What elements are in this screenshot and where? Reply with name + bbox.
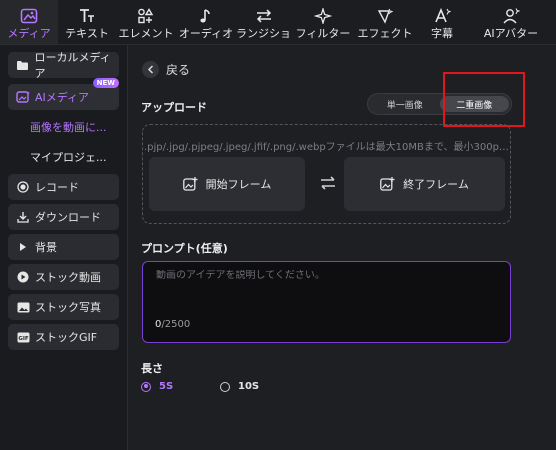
sidebar-item-label: AIメディア <box>35 91 89 104</box>
caret-right-icon <box>16 240 30 254</box>
upload-title: アップロード <box>141 101 207 114</box>
text-icon <box>76 6 98 26</box>
sidebar-subitem-my-project[interactable]: マイプロジェ... <box>8 144 119 170</box>
sidebar-item-record[interactable]: レコード <box>8 174 119 200</box>
mode-single-image[interactable]: 単一画像 <box>370 96 440 112</box>
length-title: 長さ <box>141 362 163 375</box>
sidebar-item-ai-media[interactable]: AIメディア NEW <box>8 78 119 110</box>
avatar-icon <box>500 6 522 26</box>
subtitle-icon <box>431 6 453 26</box>
tab-effect[interactable]: エフェクト <box>354 0 416 44</box>
tab-text[interactable]: テキスト <box>58 0 116 44</box>
folder-icon <box>16 58 30 72</box>
audio-icon <box>195 6 217 26</box>
effect-icon <box>374 6 396 26</box>
tab-media[interactable]: メディア <box>0 0 58 44</box>
radio-unselected-icon[interactable] <box>220 381 230 392</box>
new-badge: NEW <box>92 78 119 88</box>
svg-text:GIF: GIF <box>18 336 29 342</box>
tab-filter[interactable]: フィルター <box>292 0 354 44</box>
sidebar-item-label: ダウンロード <box>35 211 101 224</box>
end-frame-button[interactable]: 終了フレーム <box>344 157 505 211</box>
transition-icon <box>253 6 275 26</box>
sidebar-item-local-media[interactable]: ローカルメディア <box>8 51 119 80</box>
filter-icon <box>312 6 334 26</box>
end-frame-label: 終了フレーム <box>403 178 469 191</box>
sidebar-item-stock-photo[interactable]: ストック写真 <box>8 294 119 320</box>
start-frame-button[interactable]: 開始フレーム <box>149 157 305 211</box>
main-panel: 戻る アップロード 単一画像 二重画像 .pjp/.jpg/.pjpeg/.jp… <box>128 45 556 450</box>
length-option-10s[interactable]: 10S <box>220 381 259 392</box>
tab-text-label: テキスト <box>65 27 109 40</box>
image-icon <box>16 300 30 314</box>
add-image-icon <box>182 177 198 191</box>
gif-icon: GIF <box>16 330 30 344</box>
elements-icon <box>135 6 157 26</box>
upload-hint: .pjp/.jpg/.pjpeg/.jpeg/.jfif/.png/.webpフ… <box>144 142 511 153</box>
tab-effect-label: エフェクト <box>357 27 413 40</box>
tab-transition[interactable]: トランジション <box>236 0 292 44</box>
tab-ai-avatar-label: AIアバター <box>483 27 539 40</box>
sidebar-item-background[interactable]: 背景 <box>8 234 119 260</box>
sidebar-subitem-image-to-video[interactable]: 画像を動画に... <box>8 114 119 140</box>
radio-selected-icon[interactable] <box>141 381 151 392</box>
record-icon <box>16 180 30 194</box>
sidebar: ローカルメディア AIメディア NEW 画像を動画に... マイプロジェ... … <box>0 45 128 450</box>
prompt-max: /2500 <box>161 319 191 330</box>
tab-subtitle[interactable]: 字幕 <box>416 0 468 44</box>
media-icon <box>18 6 40 26</box>
length-5s-label: 5S <box>159 381 174 392</box>
tab-elements[interactable]: エレメント <box>116 0 176 44</box>
back-link[interactable]: 戻る <box>142 61 190 78</box>
tab-media-label: メディア <box>7 27 51 40</box>
tab-audio-label: オーディオ <box>178 27 234 40</box>
sidebar-item-label: 背景 <box>35 241 57 254</box>
sidebar-item-label: ストック写真 <box>35 301 101 314</box>
highlight-box <box>443 72 525 127</box>
swap-icon[interactable] <box>318 175 338 191</box>
start-frame-label: 開始フレーム <box>205 178 272 191</box>
top-toolbar: メディア テキスト エレメント オーディオ トランジション フィルター エフ <box>0 0 556 45</box>
ai-media-icon <box>16 90 30 104</box>
length-10s-label: 10S <box>238 381 260 392</box>
tab-filter-label: フィルター <box>295 27 351 40</box>
tab-transition-label: トランジション <box>236 27 292 40</box>
chevron-left-icon[interactable] <box>142 61 159 78</box>
tab-subtitle-label: 字幕 <box>431 27 453 40</box>
tab-audio[interactable]: オーディオ <box>176 0 236 44</box>
length-option-5s[interactable]: 5S <box>141 381 173 392</box>
sidebar-item-download[interactable]: ダウンロード <box>8 204 119 230</box>
prompt-box: 0/2500 <box>142 261 511 343</box>
prompt-title: プロンプト(任意) <box>141 242 228 255</box>
sidebar-item-stock-gif[interactable]: GIF ストックGIF <box>8 324 119 350</box>
add-image-icon <box>380 177 395 191</box>
upload-area[interactable]: .pjp/.jpg/.pjpeg/.jpeg/.jfif/.png/.webpフ… <box>142 124 511 224</box>
prompt-input[interactable] <box>156 270 496 281</box>
sidebar-item-stock-video[interactable]: ストック動画 <box>8 264 119 290</box>
sidebar-item-label: ストック動画 <box>35 271 101 284</box>
download-icon <box>16 210 30 224</box>
tab-elements-label: エレメント <box>118 27 174 40</box>
prompt-counter: 0/2500 <box>155 319 190 330</box>
sidebar-item-label: ローカルメディア <box>34 51 111 80</box>
play-circle-icon <box>16 270 30 284</box>
sidebar-item-label: レコード <box>35 181 79 194</box>
back-label[interactable]: 戻る <box>166 61 190 78</box>
tab-ai-avatar[interactable]: AIアバター <box>468 0 554 44</box>
sidebar-item-label: ストックGIF <box>35 331 98 344</box>
